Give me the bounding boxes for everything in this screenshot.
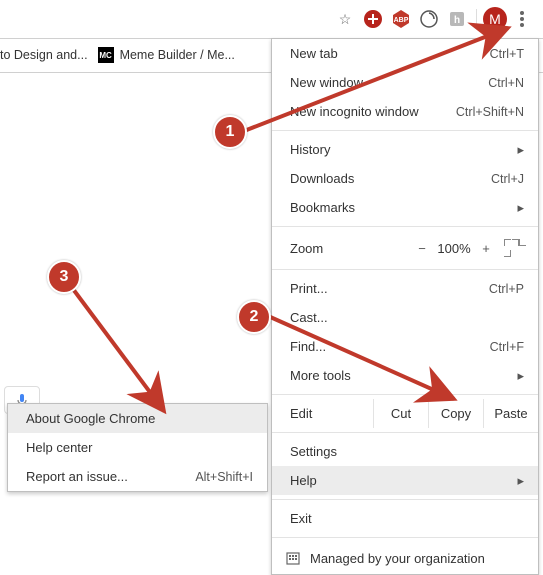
chevron-right-icon: ▸: [517, 368, 524, 384]
zoom-percent: 100%: [434, 241, 474, 256]
chevron-right-icon: ▸: [517, 473, 524, 489]
chrome-main-menu: New tabCtrl+T New windowCtrl+N New incog…: [271, 38, 539, 575]
menu-history[interactable]: History▸: [272, 135, 538, 164]
edit-label: Edit: [290, 406, 373, 421]
copy-button[interactable]: Copy: [428, 399, 483, 428]
submenu-help-center[interactable]: Help center: [8, 433, 267, 462]
managed-label: Managed by your organization: [310, 551, 485, 566]
chevron-right-icon: ▸: [517, 200, 524, 216]
menu-new-tab[interactable]: New tabCtrl+T: [272, 39, 538, 68]
fullscreen-icon[interactable]: [504, 239, 526, 257]
submenu-about-chrome[interactable]: About Google Chrome: [8, 404, 267, 433]
help-submenu: About Google Chrome Help center Report a…: [7, 403, 268, 492]
chevron-right-icon: ▸: [517, 142, 524, 158]
building-icon: [286, 551, 300, 565]
bookmark-label: Meme Builder / Me...: [120, 48, 235, 62]
menu-separator: [272, 499, 538, 500]
menu-incognito[interactable]: New incognito windowCtrl+Shift+N: [272, 97, 538, 126]
chrome-menu-button[interactable]: [509, 6, 535, 32]
menu-separator: [272, 269, 538, 270]
annotation-badge-2: 2: [237, 300, 271, 334]
menu-separator: [272, 394, 538, 395]
zoom-label: Zoom: [290, 241, 410, 256]
menu-exit[interactable]: Exit: [272, 504, 538, 533]
menu-cast[interactable]: Cast...: [272, 303, 538, 332]
zoom-out-button[interactable]: −: [410, 241, 434, 256]
bookmark-item[interactable]: MC Meme Builder / Me...: [98, 47, 235, 63]
bookmark-item[interactable]: to Design and...: [0, 48, 88, 62]
toolbar-separator: [476, 9, 477, 29]
bookmark-star-icon[interactable]: ☆: [332, 6, 358, 32]
menu-downloads[interactable]: DownloadsCtrl+J: [272, 164, 538, 193]
menu-edit-row: Edit Cut Copy Paste: [272, 399, 538, 428]
svg-text:ABP: ABP: [394, 17, 409, 24]
submenu-report-issue[interactable]: Report an issue...Alt+Shift+I: [8, 462, 267, 491]
bookmark-favicon: MC: [98, 47, 114, 63]
browser-toolbar: ☆ ABP h M: [0, 0, 543, 39]
cut-button[interactable]: Cut: [373, 399, 428, 428]
annotation-badge-3: 3: [47, 260, 81, 294]
menu-managed[interactable]: Managed by your organization: [272, 542, 538, 574]
menu-separator: [272, 226, 538, 227]
profile-avatar[interactable]: M: [483, 7, 507, 31]
menu-print[interactable]: Print...Ctrl+P: [272, 274, 538, 303]
extension-icon-3[interactable]: [416, 6, 442, 32]
menu-separator: [272, 130, 538, 131]
menu-bookmarks[interactable]: Bookmarks▸: [272, 193, 538, 222]
menu-help[interactable]: Help▸: [272, 466, 538, 495]
menu-zoom-row: Zoom − 100% +: [272, 231, 538, 265]
menu-separator: [272, 432, 538, 433]
extension-icon-1[interactable]: [360, 6, 386, 32]
extension-icon-4[interactable]: h: [444, 6, 470, 32]
svg-text:h: h: [454, 15, 460, 26]
menu-more-tools[interactable]: More tools▸: [272, 361, 538, 390]
abp-extension-icon[interactable]: ABP: [388, 6, 414, 32]
paste-button[interactable]: Paste: [483, 399, 538, 428]
annotation-badge-1: 1: [213, 115, 247, 149]
menu-settings[interactable]: Settings: [272, 437, 538, 466]
menu-new-window[interactable]: New windowCtrl+N: [272, 68, 538, 97]
menu-separator: [272, 537, 538, 538]
menu-find[interactable]: Find...Ctrl+F: [272, 332, 538, 361]
zoom-in-button[interactable]: +: [474, 241, 498, 256]
